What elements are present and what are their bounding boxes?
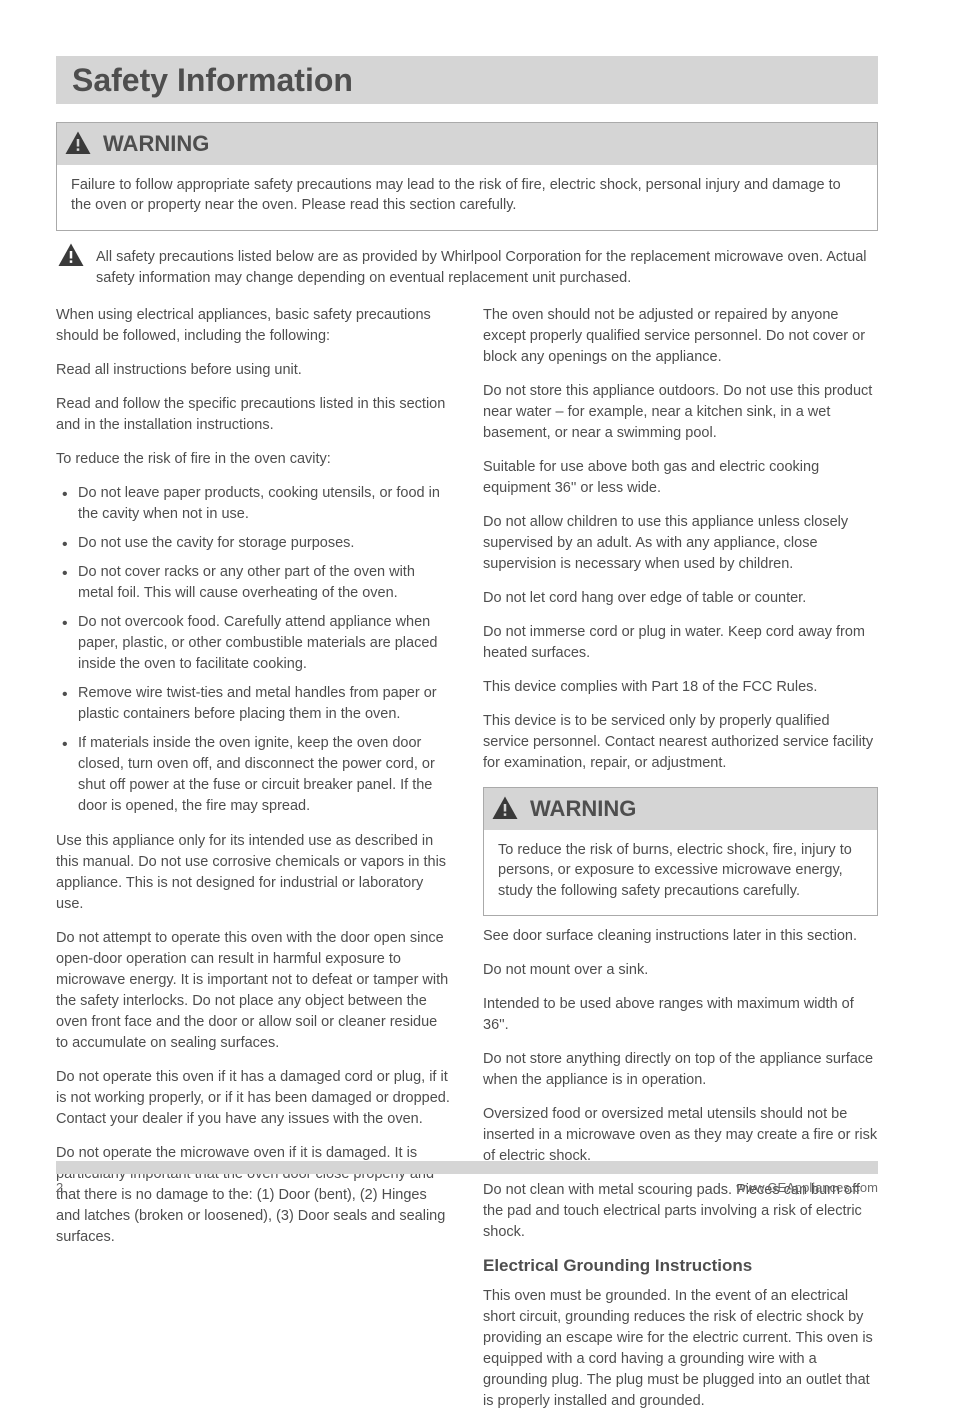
list-item: Do not leave paper products, cooking ute… <box>56 483 451 525</box>
footer-bar <box>56 1161 878 1174</box>
body-text: This device complies with Part 18 of the… <box>483 677 878 698</box>
body-text: Do not operate the microwave oven if it … <box>56 1143 451 1248</box>
right-warning-body: To reduce the risk of burns, electric sh… <box>484 830 877 915</box>
body-text: Do not store this appliance outdoors. Do… <box>483 381 878 444</box>
body-text: Intended to be used above ranges with ma… <box>483 994 878 1036</box>
body-text: Use this appliance only for its intended… <box>56 831 451 915</box>
body-text: Do not mount over a sink. <box>483 960 878 981</box>
body-text: Oversized food or oversized metal utensi… <box>483 1104 878 1167</box>
right-warning-box: WARNING To reduce the risk of burns, ele… <box>483 787 878 916</box>
body-text: To reduce the risk of fire in the oven c… <box>56 449 451 470</box>
page-footer: 2 www.GEAppliances.com <box>56 1161 878 1195</box>
body-text: Do not immerse cord or plug in water. Ke… <box>483 622 878 664</box>
body-text: This device is to be serviced only by pr… <box>483 711 878 774</box>
body-text: Do not store anything directly on top of… <box>483 1049 878 1091</box>
body-text: This oven must be grounded. In the event… <box>483 1286 878 1412</box>
top-warning-header: WARNING <box>57 123 877 165</box>
warning-label: WARNING <box>103 131 209 157</box>
body-text: Do not let cord hang over edge of table … <box>483 588 878 609</box>
right-warning-header: WARNING <box>484 788 877 830</box>
bullet-list: Do not leave paper products, cooking ute… <box>56 483 451 817</box>
alert-icon <box>490 794 520 824</box>
body-text: Read all instructions before using unit. <box>56 360 451 381</box>
alert-icon <box>56 241 86 271</box>
warning-label: WARNING <box>530 796 636 822</box>
body-text: Do not attempt to operate this oven with… <box>56 928 451 1054</box>
footer-row: 2 www.GEAppliances.com <box>56 1180 878 1195</box>
list-item: Do not cover racks or any other part of … <box>56 562 451 604</box>
inline-warning-text: All safety precautions listed below are … <box>96 247 878 289</box>
page-title-bar: Safety Information <box>56 56 878 104</box>
body-text: Suitable for use above both gas and elec… <box>483 457 878 499</box>
footer-url: www.GEAppliances.com <box>736 1180 878 1195</box>
inline-warning: All safety precautions listed below are … <box>56 241 878 289</box>
body-text: The oven should not be adjusted or repai… <box>483 305 878 368</box>
page-number: 2 <box>56 1180 63 1195</box>
body-text: Do not allow children to use this applia… <box>483 512 878 575</box>
top-warning-box: WARNING Failure to follow appropriate sa… <box>56 122 878 231</box>
left-column: When using electrical appliances, basic … <box>56 305 451 1425</box>
body-text: Read and follow the specific precautions… <box>56 394 451 436</box>
body-text: When using electrical appliances, basic … <box>56 305 451 347</box>
alert-icon <box>63 129 93 159</box>
top-warning-body: Failure to follow appropriate safety pre… <box>57 165 877 230</box>
list-item: Do not overcook food. Carefully attend a… <box>56 612 451 675</box>
list-item: Remove wire twist-ties and metal handles… <box>56 683 451 725</box>
body-text: See door surface cleaning instructions l… <box>483 926 878 947</box>
right-column: The oven should not be adjusted or repai… <box>483 305 878 1425</box>
page-title: Safety Information <box>72 62 353 99</box>
content-columns: When using electrical appliances, basic … <box>56 305 878 1425</box>
list-item: Do not use the cavity for storage purpos… <box>56 533 451 554</box>
section-heading: Electrical Grounding Instructions <box>483 1256 878 1276</box>
body-text: Do not operate this oven if it has a dam… <box>56 1067 451 1130</box>
list-item: If materials inside the oven ignite, kee… <box>56 733 451 817</box>
